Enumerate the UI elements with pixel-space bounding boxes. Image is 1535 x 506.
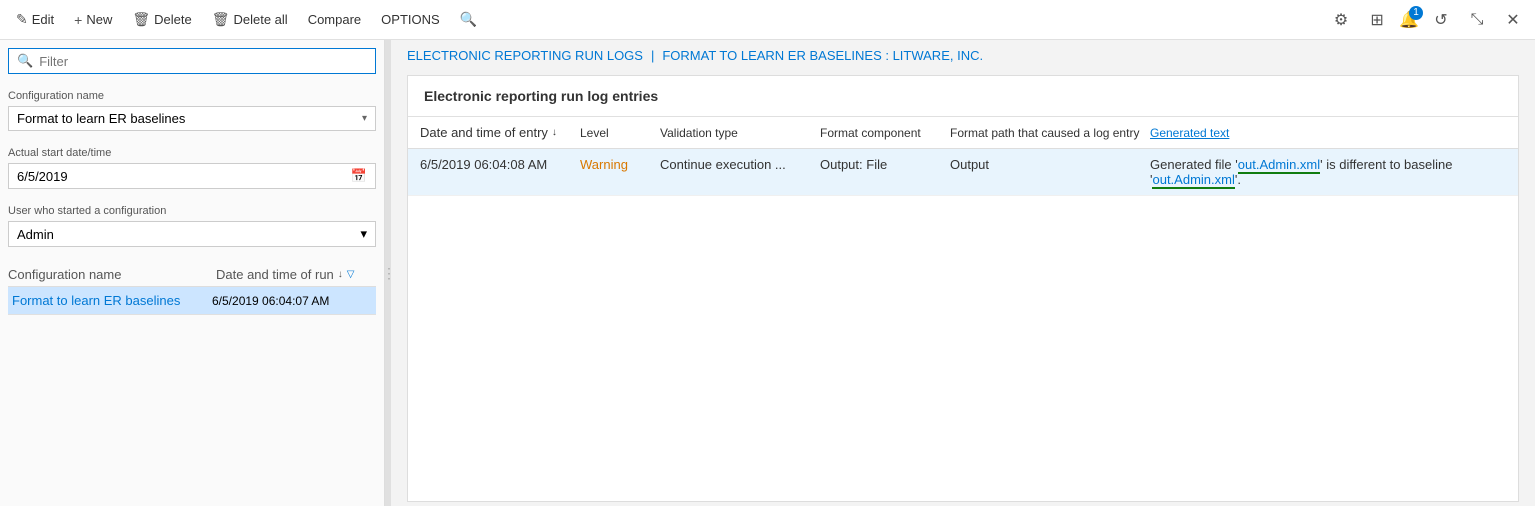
- row-format-path: Output: [950, 157, 1150, 172]
- toolbar-right: ⚙ ⊞ 🔔 1 ↺ ⤡ ✕: [1327, 6, 1527, 34]
- settings-icon[interactable]: ⚙: [1327, 6, 1355, 34]
- th-format-component: Format component: [820, 126, 950, 140]
- search-button[interactable]: 🔍: [452, 7, 485, 32]
- th-sort-icon[interactable]: ↓: [552, 127, 557, 138]
- edit-icon: ✎: [16, 11, 28, 28]
- gen-text-post: '.: [1235, 172, 1241, 187]
- user-chevron-icon: ▾: [360, 226, 367, 242]
- add-icon: +: [74, 12, 82, 28]
- delete-all-icon: 🗑: [212, 11, 230, 28]
- th-validation-type: Validation type: [660, 126, 820, 140]
- th-level: Level: [580, 126, 660, 140]
- office-icon[interactable]: ⊞: [1363, 6, 1391, 34]
- breadcrumb: ELECTRONIC REPORTING RUN LOGS | FORMAT T…: [391, 40, 1535, 71]
- row-config-name: Format to learn ER baselines: [12, 293, 212, 308]
- th-generated-text: Generated text: [1150, 126, 1506, 140]
- refresh-icon[interactable]: ↺: [1427, 6, 1455, 34]
- sort-icon[interactable]: ↓: [338, 269, 343, 280]
- filter-search-icon: 🔍: [17, 53, 33, 69]
- delete-all-button[interactable]: 🗑 Delete all: [204, 7, 296, 32]
- options-button[interactable]: OPTIONS: [373, 8, 448, 31]
- th-date-time: Date and time of entry ↓: [420, 125, 580, 140]
- actual-date-label: Actual start date/time: [8, 147, 376, 159]
- delete-icon: 🗑: [132, 11, 150, 28]
- gen-text-pre: Generated file ': [1150, 157, 1238, 172]
- log-card-title: Electronic reporting run log entries: [408, 76, 1518, 117]
- chevron-down-icon: ▾: [362, 113, 367, 124]
- col-date-run-header: Date and time of run ↓ ▽: [216, 267, 376, 282]
- right-panel: ELECTRONIC REPORTING RUN LOGS | FORMAT T…: [391, 40, 1535, 506]
- breadcrumb-separator: |: [651, 48, 654, 63]
- date-field[interactable]: 📅: [8, 163, 376, 189]
- user-dropdown[interactable]: Admin ▾: [8, 221, 376, 247]
- row-date-time: 6/5/2019 06:04:08 AM: [420, 157, 580, 172]
- close-icon[interactable]: ✕: [1499, 6, 1527, 34]
- delete-button[interactable]: 🗑 Delete: [124, 7, 199, 32]
- main-area: 🔍 Configuration name Format to learn ER …: [0, 40, 1535, 506]
- left-panel: 🔍 Configuration name Format to learn ER …: [0, 40, 385, 506]
- config-name-dropdown[interactable]: Format to learn ER baselines ▾: [8, 106, 376, 131]
- row-level: Warning: [580, 157, 660, 172]
- compare-button[interactable]: Compare: [300, 8, 369, 31]
- row-generated-text: Generated file 'out.Admin.xml' is differ…: [1150, 157, 1506, 187]
- log-card: Electronic reporting run log entries Dat…: [407, 75, 1519, 502]
- filter-input[interactable]: [39, 54, 367, 69]
- filter-box[interactable]: 🔍: [8, 48, 376, 74]
- toolbar: ✎ Edit + New 🗑 Delete 🗑 Delete all Compa…: [0, 0, 1535, 40]
- row-date-run: 6/5/2019 06:04:07 AM: [212, 294, 372, 308]
- edit-button[interactable]: ✎ Edit: [8, 7, 62, 32]
- search-icon: 🔍: [460, 11, 477, 28]
- user-label: User who started a configuration: [8, 205, 376, 217]
- breadcrumb-part2[interactable]: FORMAT TO LEARN ER BASELINES : LITWARE, …: [662, 48, 983, 63]
- gen-text-link2[interactable]: out.Admin.xml: [1152, 172, 1234, 189]
- fullscreen-icon[interactable]: ⤡: [1463, 6, 1491, 34]
- gen-text-link1[interactable]: out.Admin.xml: [1238, 157, 1320, 174]
- col-config-name-header: Configuration name: [8, 267, 216, 282]
- notification-bell[interactable]: 🔔 1: [1399, 10, 1419, 30]
- log-table-row[interactable]: 6/5/2019 06:04:08 AM Warning Continue ex…: [408, 149, 1518, 196]
- log-table: Date and time of entry ↓ Level Validatio…: [408, 117, 1518, 501]
- calendar-icon[interactable]: 📅: [351, 168, 367, 184]
- row-format-component: Output: File: [820, 157, 950, 172]
- date-input[interactable]: [17, 169, 351, 184]
- breadcrumb-part1[interactable]: ELECTRONIC REPORTING RUN LOGS: [407, 48, 643, 63]
- config-name-label: Configuration name: [8, 90, 376, 102]
- table-row[interactable]: Format to learn ER baselines 6/5/2019 06…: [8, 287, 376, 315]
- column-filter-icon[interactable]: ▽: [347, 269, 355, 280]
- left-table: Configuration name Date and time of run …: [8, 263, 376, 315]
- th-format-path: Format path that caused a log entry: [950, 126, 1150, 140]
- log-table-header: Date and time of entry ↓ Level Validatio…: [408, 117, 1518, 149]
- row-validation-type: Continue execution ...: [660, 157, 820, 172]
- left-table-header: Configuration name Date and time of run …: [8, 263, 376, 287]
- new-button[interactable]: + New: [66, 8, 120, 32]
